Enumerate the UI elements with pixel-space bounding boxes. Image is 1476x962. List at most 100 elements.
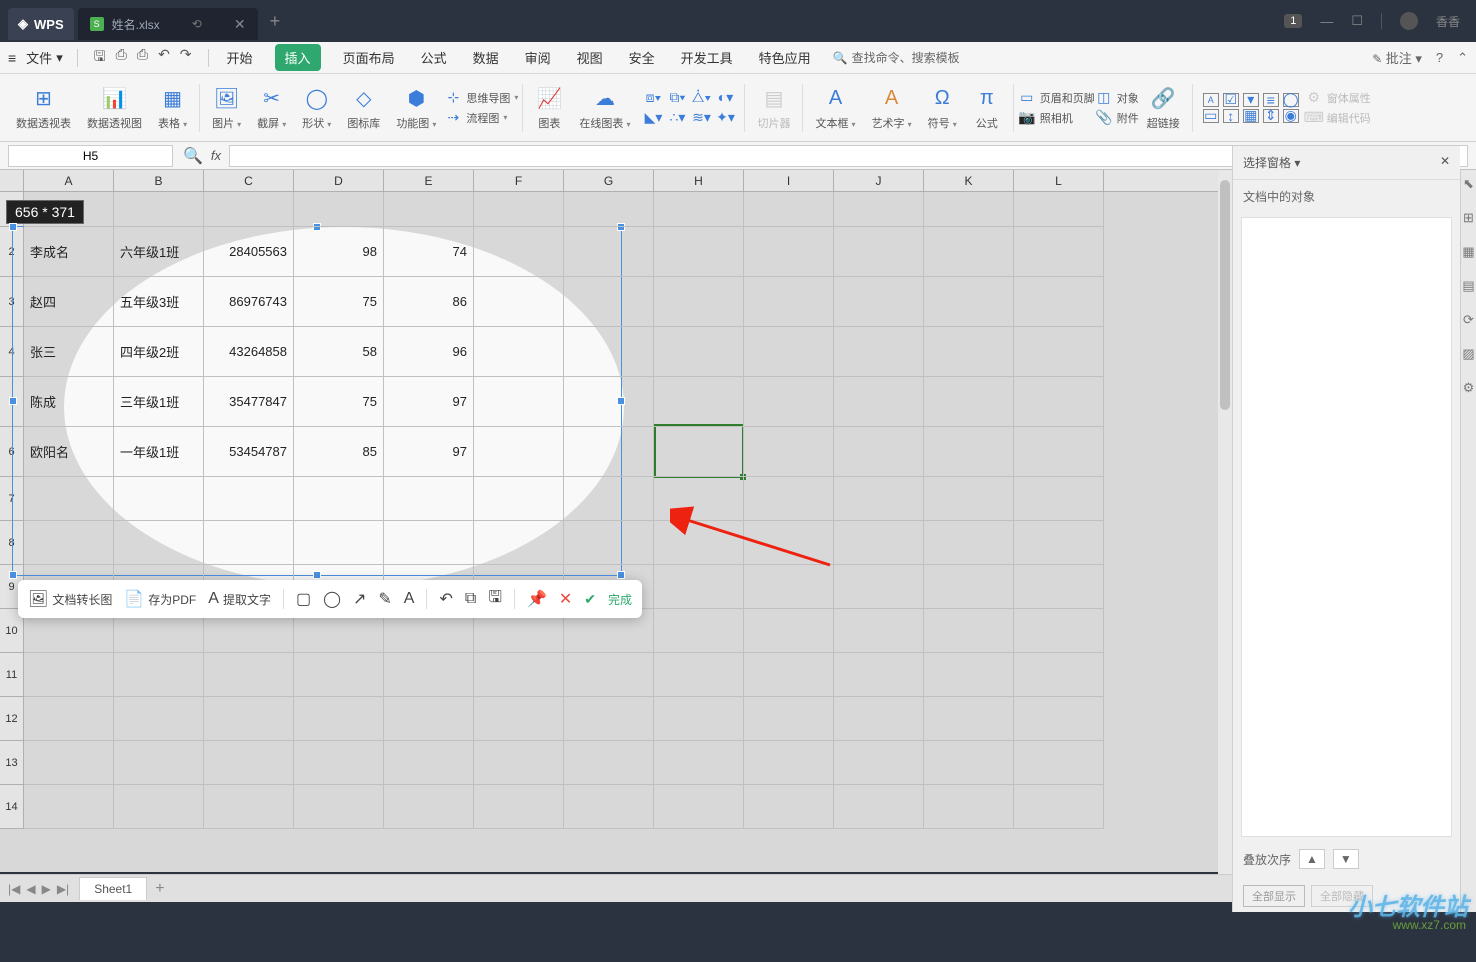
- form-radio-icon[interactable]: ◉: [1283, 109, 1299, 123]
- picture-button[interactable]: 🖼图片 ▾: [204, 85, 249, 131]
- settings-icon[interactable]: ⚙: [1463, 380, 1475, 396]
- cell[interactable]: 86: [384, 277, 474, 327]
- scrollbar-thumb[interactable]: [1220, 180, 1230, 410]
- form-label-icon[interactable]: A: [1203, 93, 1219, 107]
- properties-icon[interactable]: ⊞: [1463, 210, 1474, 226]
- document-tab[interactable]: S 姓名.xlsx ⟲ ✕: [78, 8, 258, 40]
- col-header[interactable]: E: [384, 170, 474, 191]
- file-menu[interactable]: 文件 ▾: [18, 44, 71, 71]
- cell[interactable]: 58: [294, 327, 384, 377]
- cells-grid[interactable]: 李成名 六年级1班 28405563 98 74 赵四 五年级3班 869767…: [24, 192, 1104, 829]
- ellipse-tool-icon[interactable]: ◯: [323, 589, 341, 609]
- pin-icon[interactable]: 📌: [527, 589, 547, 609]
- col-header[interactable]: G: [564, 170, 654, 191]
- cell[interactable]: 43264858: [204, 327, 294, 377]
- pen-tool-icon[interactable]: ✎: [378, 589, 391, 609]
- form-checkbox-icon[interactable]: ☑: [1223, 93, 1239, 107]
- online-chart-button[interactable]: ☁在线图表 ▾: [571, 85, 638, 131]
- form-scroll-icon[interactable]: ↕: [1223, 109, 1239, 123]
- styles-icon[interactable]: ▦: [1462, 244, 1474, 260]
- cell[interactable]: 张三: [24, 327, 114, 377]
- add-sheet-button[interactable]: +: [155, 880, 164, 898]
- wps-home-tab[interactable]: ◈ WPS: [8, 8, 74, 40]
- pivot-table-button[interactable]: ⊞数据透视表: [8, 85, 79, 131]
- cell[interactable]: 74: [384, 227, 474, 277]
- col-header[interactable]: I: [744, 170, 834, 191]
- save-tool-icon[interactable]: 🖫: [488, 586, 502, 613]
- vertical-scrollbar[interactable]: [1218, 170, 1232, 874]
- cell[interactable]: 李成名: [24, 227, 114, 277]
- scatter-chart-icon[interactable]: ∴▾: [668, 109, 686, 127]
- command-search[interactable]: 🔍 查找命令、搜索模板: [833, 49, 960, 66]
- row-header[interactable]: 14: [0, 785, 24, 829]
- tab-add-button[interactable]: +: [270, 11, 281, 32]
- pivot-chart-button[interactable]: 📊数据透视图: [79, 85, 150, 131]
- tab-review[interactable]: 审阅: [521, 44, 555, 71]
- tab-close-icon[interactable]: ✕: [234, 16, 246, 33]
- col-header[interactable]: F: [474, 170, 564, 191]
- col-header[interactable]: J: [834, 170, 924, 191]
- tab-view[interactable]: 视图: [573, 44, 607, 71]
- cell[interactable]: 53454787: [204, 427, 294, 477]
- cell[interactable]: 97: [384, 377, 474, 427]
- resize-handle[interactable]: [9, 223, 17, 231]
- chart-button[interactable]: 📈图表: [527, 85, 571, 131]
- select-all-corner[interactable]: [0, 170, 24, 191]
- flowchart-button[interactable]: ⇢流程图 ▾: [444, 109, 518, 127]
- next-sheet-icon[interactable]: ▶: [42, 882, 51, 896]
- screenshot-button[interactable]: ✂截屏 ▾: [249, 85, 294, 131]
- mindmap-button[interactable]: ⊹思维导图 ▾: [444, 89, 518, 107]
- cell[interactable]: 四年级2班: [114, 327, 204, 377]
- col-header[interactable]: A: [24, 170, 114, 191]
- confirm-icon[interactable]: ✔: [584, 591, 596, 608]
- icons-button[interactable]: ◇图标库: [339, 85, 388, 131]
- camera-button[interactable]: 📷照相机: [1018, 109, 1095, 127]
- done-button[interactable]: 完成: [608, 591, 632, 608]
- tab-pin-icon[interactable]: ⟲: [192, 17, 202, 31]
- save-pdf-button[interactable]: 📄存为PDF: [124, 589, 196, 609]
- annotate-button[interactable]: ✎ 批注 ▾: [1372, 48, 1422, 67]
- object-button[interactable]: ◫对象: [1095, 89, 1139, 107]
- collapse-ribbon-icon[interactable]: ⌃: [1457, 50, 1468, 66]
- cell[interactable]: 35477847: [204, 377, 294, 427]
- minimize-icon[interactable]: —: [1320, 14, 1333, 29]
- table-button[interactable]: ▦表格 ▾: [150, 85, 195, 131]
- shapes-button[interactable]: ◯形状 ▾: [294, 85, 339, 131]
- equation-button[interactable]: π公式: [965, 85, 1009, 131]
- cell[interactable]: 五年级3班: [114, 277, 204, 327]
- row-header[interactable]: 13: [0, 741, 24, 785]
- pie-chart-icon[interactable]: ◐▾: [716, 89, 734, 107]
- move-down-button[interactable]: ▼: [1333, 849, 1359, 869]
- hyperlink-button[interactable]: 🔗超链接: [1139, 85, 1188, 131]
- header-footer-button[interactable]: ▭页眉和页脚: [1018, 89, 1095, 107]
- undo-tool-icon[interactable]: ↶: [439, 589, 452, 609]
- line-chart-icon[interactable]: ⧉▾: [668, 89, 686, 107]
- symbol-button[interactable]: Ω符号 ▾: [920, 85, 965, 131]
- cell[interactable]: 98: [294, 227, 384, 277]
- cell[interactable]: 85: [294, 427, 384, 477]
- analysis-icon[interactable]: ▤: [1462, 278, 1474, 294]
- form-button-icon[interactable]: ◯: [1283, 93, 1299, 107]
- copy-tool-icon[interactable]: ⧉: [465, 590, 476, 608]
- hamburger-icon[interactable]: ≡: [8, 50, 16, 66]
- cell[interactable]: 86976743: [204, 277, 294, 327]
- attachment-button[interactable]: 📎附件: [1095, 109, 1139, 127]
- cancel-icon[interactable]: ✕: [559, 589, 572, 609]
- undo-icon[interactable]: ↶: [158, 46, 170, 70]
- cell[interactable]: 一年级1班: [114, 427, 204, 477]
- move-up-button[interactable]: ▲: [1299, 849, 1325, 869]
- col-header[interactable]: L: [1014, 170, 1104, 191]
- tab-page-layout[interactable]: 页面布局: [339, 44, 399, 71]
- tab-start[interactable]: 开始: [223, 44, 257, 71]
- tab-data[interactable]: 数据: [469, 44, 503, 71]
- cell[interactable]: 75: [294, 377, 384, 427]
- combo-chart-icon[interactable]: ⧊▾: [692, 89, 710, 107]
- textbox-button[interactable]: A文本框 ▾: [807, 85, 863, 131]
- maximize-icon[interactable]: ☐: [1351, 13, 1363, 29]
- help-icon[interactable]: ?: [1436, 50, 1443, 65]
- form-list-icon[interactable]: ≡: [1263, 93, 1279, 107]
- cell[interactable]: 三年级1班: [114, 377, 204, 427]
- last-sheet-icon[interactable]: ▶|: [57, 882, 69, 896]
- cell[interactable]: 陈成: [24, 377, 114, 427]
- tab-insert[interactable]: 插入: [275, 44, 321, 71]
